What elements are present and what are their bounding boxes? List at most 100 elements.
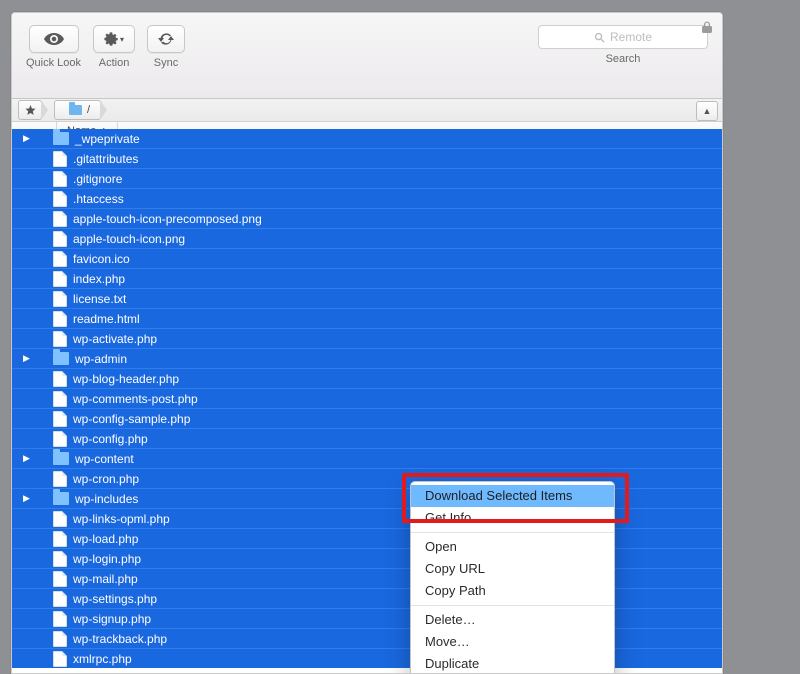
search-wrap: Remote Search	[538, 25, 708, 65]
file-row[interactable]: ▶.htaccess	[12, 188, 722, 208]
file-name: wp-login.php	[73, 552, 141, 566]
file-name: wp-includes	[75, 492, 138, 506]
file-icon	[53, 431, 67, 447]
file-name: wp-config-sample.php	[73, 412, 190, 426]
file-icon	[53, 591, 67, 607]
file-row[interactable]: ▶xmlrpc.php	[12, 648, 722, 668]
menu-download[interactable]: Download Selected Items	[411, 485, 614, 507]
breadcrumb-root[interactable]: /	[54, 100, 101, 120]
action-label: Action	[99, 57, 130, 69]
file-list[interactable]: ▶_wpeprivate▶.gitattributes▶.gitignore▶.…	[12, 129, 722, 673]
path-bar: / ▲	[12, 99, 722, 122]
file-icon	[53, 271, 67, 287]
file-name: .gitignore	[73, 172, 122, 186]
file-name: wp-blog-header.php	[73, 372, 179, 386]
file-row[interactable]: ▶wp-blog-header.php	[12, 368, 722, 388]
menu-open[interactable]: Open	[411, 536, 614, 558]
file-browser-window: Quick Look ▾ Action Sync Remote	[11, 12, 723, 674]
file-row[interactable]: ▶ _wpeprivate	[12, 129, 722, 148]
file-icon	[53, 211, 67, 227]
quick-look-label: Quick Look	[26, 57, 81, 69]
file-row[interactable]: ▶wp-config-sample.php	[12, 408, 722, 428]
file-row[interactable]: ▶apple-touch-icon.png	[12, 228, 722, 248]
file-row[interactable]: ▶wp-signup.php	[12, 608, 722, 628]
file-icon	[53, 171, 67, 187]
file-row[interactable]: ▶license.txt	[12, 288, 722, 308]
go-up-button[interactable]: ▲	[696, 101, 718, 121]
file-name: wp-comments-post.php	[73, 392, 198, 406]
file-row[interactable]: ▶.gitignore	[12, 168, 722, 188]
file-name: xmlrpc.php	[73, 652, 132, 666]
file-row[interactable]: ▶wp-mail.php	[12, 568, 722, 588]
file-name: wp-admin	[75, 352, 127, 366]
menu-copy-path[interactable]: Copy Path	[411, 580, 614, 602]
search-input[interactable]: Remote	[538, 25, 708, 49]
file-row[interactable]: ▶.gitattributes	[12, 148, 722, 168]
file-row[interactable]: ▶wp-config.php	[12, 428, 722, 448]
file-name: readme.html	[73, 312, 140, 326]
folder-icon	[53, 492, 69, 505]
file-icon	[53, 311, 67, 327]
file-icon	[53, 191, 67, 207]
favorites-button[interactable]	[18, 100, 42, 120]
file-icon	[53, 411, 67, 427]
file-icon	[53, 391, 67, 407]
file-name: wp-config.php	[73, 432, 148, 446]
action-tool: ▾ Action	[93, 25, 135, 69]
file-name: apple-touch-icon-precomposed.png	[73, 212, 262, 226]
disclosure-triangle-icon[interactable]: ▶	[22, 493, 31, 504]
folder-icon	[53, 352, 69, 365]
file-icon	[53, 571, 67, 587]
menu-copy-url[interactable]: Copy URL	[411, 558, 614, 580]
file-name: apple-touch-icon.png	[73, 232, 185, 246]
file-icon	[53, 231, 67, 247]
menu-delete[interactable]: Delete…	[411, 609, 614, 631]
search-label: Search	[606, 53, 641, 65]
file-row[interactable]: ▶favicon.ico	[12, 248, 722, 268]
file-name: .htaccess	[73, 192, 124, 206]
file-row[interactable]: ▶ wp-includes	[12, 488, 722, 508]
context-menu: Download Selected Items Get Info Open Co…	[410, 481, 615, 674]
disclosure-triangle-icon[interactable]: ▶	[22, 353, 31, 364]
menu-duplicate[interactable]: Duplicate	[411, 653, 614, 674]
file-icon	[53, 291, 67, 307]
file-icon	[53, 531, 67, 547]
sync-label: Sync	[154, 57, 178, 69]
file-row[interactable]: ▶wp-load.php	[12, 528, 722, 548]
file-name: wp-settings.php	[73, 592, 157, 606]
file-name: license.txt	[73, 292, 126, 306]
action-button[interactable]: ▾	[93, 25, 135, 53]
file-icon	[53, 511, 67, 527]
file-name: wp-signup.php	[73, 612, 151, 626]
file-name: wp-cron.php	[73, 472, 139, 486]
disclosure-triangle-icon[interactable]: ▶	[22, 453, 31, 464]
menu-move[interactable]: Move…	[411, 631, 614, 653]
file-row[interactable]: ▶readme.html	[12, 308, 722, 328]
file-name: .gitattributes	[73, 152, 138, 166]
toolbar: Quick Look ▾ Action Sync Remote	[12, 13, 722, 99]
folder-icon	[69, 105, 82, 115]
sync-button[interactable]	[147, 25, 185, 53]
file-name: _wpeprivate	[75, 132, 140, 146]
file-row[interactable]: ▶wp-settings.php	[12, 588, 722, 608]
file-name: wp-mail.php	[73, 572, 138, 586]
file-name: wp-activate.php	[73, 332, 157, 346]
file-row[interactable]: ▶wp-content	[12, 448, 722, 468]
file-icon	[53, 631, 67, 647]
file-icon	[53, 251, 67, 267]
file-name: wp-links-opml.php	[73, 512, 170, 526]
file-row[interactable]: ▶apple-touch-icon-precomposed.png	[12, 208, 722, 228]
disclosure-triangle-icon[interactable]: ▶	[22, 133, 31, 144]
file-row[interactable]: ▶wp-cron.php	[12, 468, 722, 488]
file-row[interactable]: ▶wp-trackback.php	[12, 628, 722, 648]
file-row[interactable]: ▶index.php	[12, 268, 722, 288]
menu-get-info[interactable]: Get Info	[411, 507, 614, 529]
file-row[interactable]: ▶wp-comments-post.php	[12, 388, 722, 408]
file-row[interactable]: ▶wp-login.php	[12, 548, 722, 568]
file-icon	[53, 471, 67, 487]
file-row[interactable]: ▶ wp-admin	[12, 348, 722, 368]
file-row[interactable]: ▶wp-activate.php	[12, 328, 722, 348]
sync-tool: Sync	[147, 25, 185, 69]
quick-look-button[interactable]	[29, 25, 79, 53]
file-row[interactable]: ▶wp-links-opml.php	[12, 508, 722, 528]
